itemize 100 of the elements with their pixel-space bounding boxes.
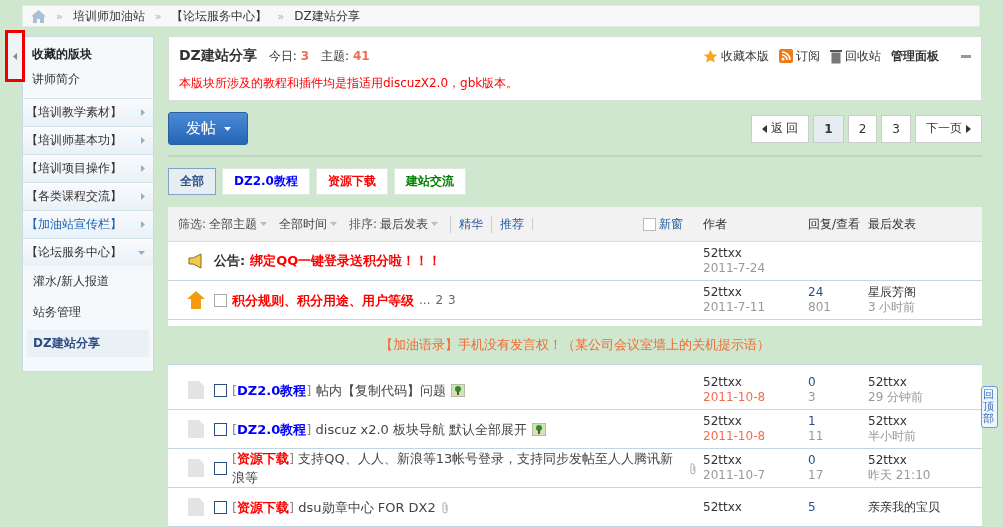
- last-poster[interactable]: 52ttxx: [868, 375, 982, 390]
- view-count: 3: [808, 390, 817, 405]
- sidebar-title: 收藏的版块: [31, 46, 93, 63]
- page-button[interactable]: 2: [847, 114, 878, 143]
- separator-icon: »: [154, 9, 162, 23]
- column-header: 作者: [703, 215, 728, 233]
- filter-dropdown[interactable]: 全部主题: [209, 215, 268, 233]
- back-to-top-button[interactable]: 回顶部: [981, 386, 998, 429]
- select-checkbox[interactable]: [214, 422, 227, 436]
- arrow-icon: [141, 165, 145, 172]
- thread-title[interactable]: [资源下载] 支持QQ、人人、新浪等13帐号登录，支持同步发帖至人人腾讯新浪等: [232, 449, 685, 487]
- select-checkbox[interactable]: [214, 383, 227, 397]
- last-poster[interactable]: 亲亲我的宝贝: [868, 499, 982, 515]
- sidebar-toggle[interactable]: [5, 30, 25, 82]
- post-date: 2011-7-24: [703, 261, 767, 276]
- page-button[interactable]: 1: [813, 114, 844, 143]
- author-name[interactable]: 52ttxx: [703, 285, 808, 300]
- thread-title[interactable]: 绑定QQ一键登录送积分啦！！！: [250, 252, 442, 270]
- document-icon: [188, 459, 204, 477]
- sidebar-group[interactable]: 【培训师基本功】: [23, 126, 153, 154]
- slogan-text: 【加油语录】手机没有发言权！（某公司会议室墙上的关机提示语）: [380, 336, 770, 354]
- sidebar-item[interactable]: 灌水/新人报道: [27, 268, 149, 295]
- trash-icon: [830, 48, 842, 64]
- select-checkbox[interactable]: [214, 461, 227, 475]
- arrow-icon: [141, 109, 145, 116]
- post-date: 2011-10-7: [703, 468, 767, 483]
- thread-title[interactable]: 积分规则、积分用途、用户等级: [232, 290, 414, 310]
- post-date: 2011-10-8: [703, 429, 767, 444]
- last-post-time: 半小时前: [868, 429, 917, 444]
- select-checkbox[interactable]: [214, 500, 227, 514]
- breadcrumb-link[interactable]: 培训师加油站: [72, 7, 145, 25]
- forum-stat: 主题: 41: [321, 47, 370, 65]
- action-link[interactable]: 管理面板: [891, 47, 939, 65]
- up-arrow-icon: [187, 291, 205, 309]
- view-count: 17: [808, 468, 825, 483]
- last-poster[interactable]: 52ttxx: [868, 414, 982, 429]
- new-window-checkbox[interactable]: [643, 217, 656, 231]
- page-button[interactable]: 3: [881, 114, 911, 143]
- sidebar-group[interactable]: 【加油站宣传栏】: [23, 210, 153, 238]
- caret-icon: [260, 222, 268, 226]
- collapse-icon[interactable]: [961, 54, 971, 58]
- select-checkbox[interactable]: [214, 293, 227, 307]
- page-link[interactable]: 3: [448, 293, 456, 307]
- thread-title[interactable]: [DZ2.0教程] discuz x2.0 板块导航 默认全部展开: [232, 419, 528, 439]
- breadcrumb-link[interactable]: 【论坛服务中心】: [171, 7, 268, 25]
- author-name[interactable]: 52ttxx: [703, 246, 808, 261]
- last-poster[interactable]: 星辰芳阁: [868, 285, 982, 300]
- type-tab[interactable]: 建站交流: [393, 168, 466, 195]
- caret-icon: [223, 126, 231, 131]
- next-button[interactable]: 下一页: [915, 114, 982, 143]
- reply-count: 5: [808, 499, 817, 515]
- last-post-time: 昨天 21:10: [868, 468, 932, 483]
- thread-title[interactable]: [资源下载] dsu勋章中心 FOR DX2: [232, 497, 436, 517]
- reply-count: 0: [808, 453, 817, 468]
- filter-link[interactable]: 精华: [450, 215, 492, 233]
- sidebar-group[interactable]: 【各类课程交流】: [23, 182, 153, 210]
- author-name[interactable]: 52ttxx: [703, 499, 808, 515]
- document-icon: [188, 498, 204, 516]
- document-icon: [188, 420, 204, 438]
- new-window-label[interactable]: 新窗: [659, 215, 683, 233]
- arrow-icon: [138, 250, 145, 255]
- filter-dropdown[interactable]: 全部时间: [279, 215, 338, 233]
- breadcrumb-link[interactable]: DZ建站分享: [294, 7, 360, 25]
- type-tab[interactable]: 全部: [168, 168, 216, 195]
- arrow-icon: [141, 137, 145, 144]
- sidebar-group[interactable]: 【论坛服务中心】: [23, 238, 153, 266]
- column-header: 回复/查看: [808, 215, 862, 233]
- author-name[interactable]: 52ttxx: [703, 453, 808, 468]
- filter-link[interactable]: 推荐: [491, 215, 533, 233]
- document-icon: [188, 381, 204, 399]
- sidebar-item[interactable]: 站务管理: [27, 299, 149, 326]
- reply-count: 24: [808, 285, 825, 300]
- action-link[interactable]: 收藏本版: [703, 47, 769, 65]
- thread-title[interactable]: [DZ2.0教程] 帖内【复制代码】问题: [232, 380, 446, 400]
- author-name[interactable]: 52ttxx: [703, 414, 808, 429]
- type-tab[interactable]: 资源下载: [315, 168, 388, 195]
- sidebar-link[interactable]: 讲师简介: [23, 67, 153, 98]
- forum-title: DZ建站分享: [179, 47, 257, 65]
- view-count: 11: [808, 429, 825, 444]
- prev-button[interactable]: 返 回: [750, 114, 810, 143]
- action-link[interactable]: 回收站: [830, 47, 881, 65]
- sidebar-item[interactable]: DZ建站分享: [27, 330, 149, 357]
- last-poster[interactable]: 52ttxx: [868, 453, 982, 468]
- ellipsis: ...: [419, 293, 431, 307]
- sort-dropdown[interactable]: 最后发表: [380, 215, 439, 233]
- separator-icon: »: [277, 9, 285, 23]
- action-link[interactable]: 订阅: [779, 47, 820, 65]
- sidebar-group[interactable]: 【培训教学素材】: [23, 98, 153, 126]
- post-date: 2011-10-8: [703, 390, 767, 405]
- sidebar-group[interactable]: 【培训项目操作】: [23, 154, 153, 182]
- arrow-icon: [761, 124, 767, 133]
- type-tab[interactable]: DZ2.0教程: [222, 168, 310, 195]
- caret-icon: [431, 222, 439, 226]
- arrow-icon: [966, 124, 971, 133]
- arrow-icon: [141, 193, 145, 200]
- last-post-time: 29 分钟前: [868, 390, 925, 405]
- post-button[interactable]: 发帖: [168, 112, 248, 145]
- author-name[interactable]: 52ttxx: [703, 375, 808, 390]
- column-header: 最后发表: [868, 215, 917, 233]
- page-link[interactable]: 2: [435, 293, 444, 307]
